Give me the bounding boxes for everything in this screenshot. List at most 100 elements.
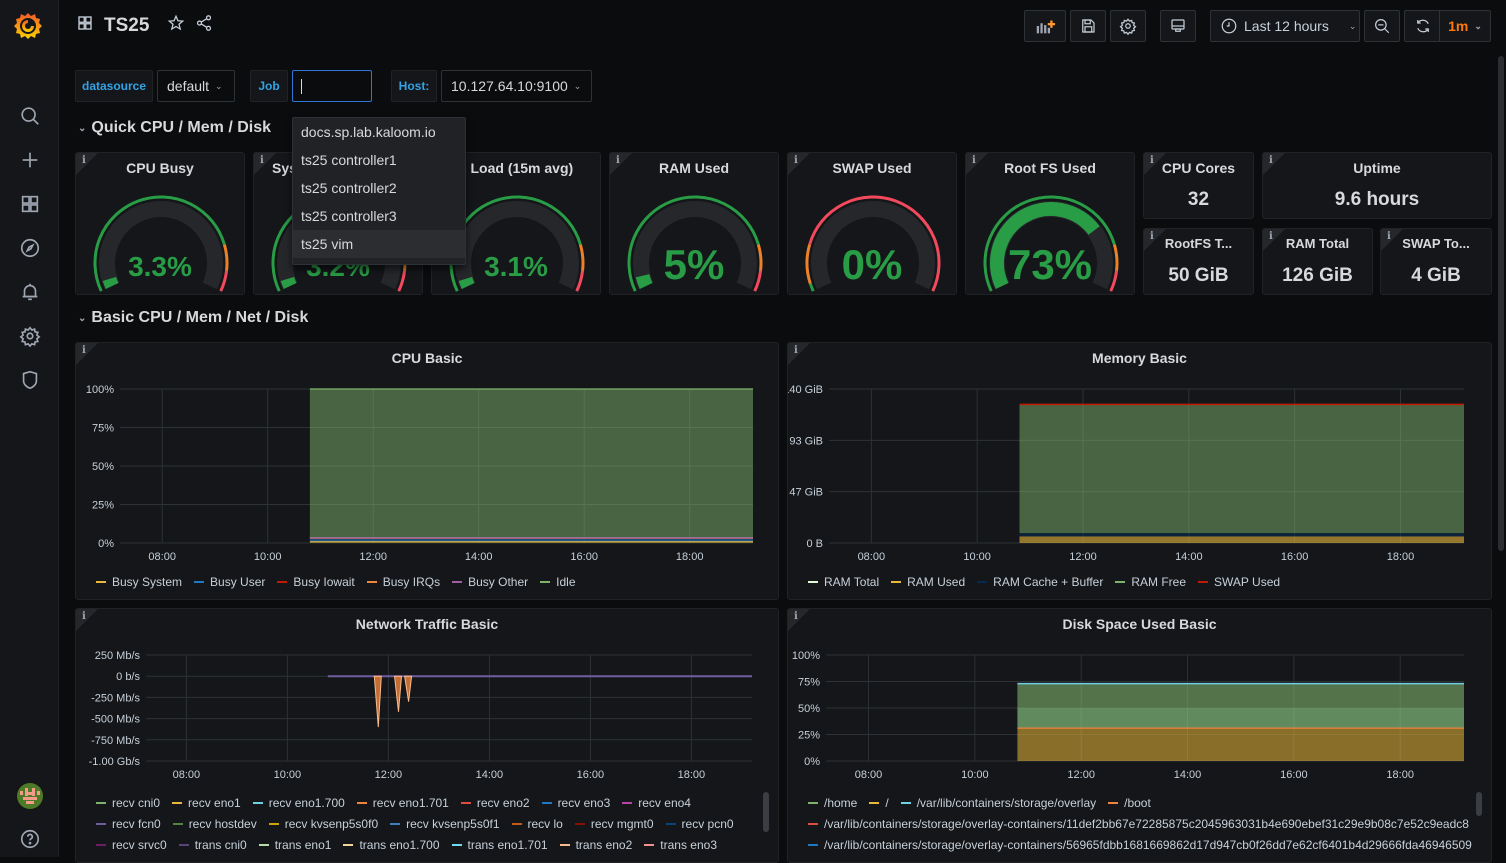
panel-title[interactable]: CPU Cores <box>1144 160 1253 176</box>
legend-item[interactable]: Busy IRQs <box>366 575 440 589</box>
panel-title[interactable]: Uptime <box>1263 160 1491 176</box>
legend-item[interactable]: recv mgmt0 <box>574 817 654 831</box>
legend-item[interactable]: /home <box>808 796 857 810</box>
legend-label: recv eno1.701 <box>372 795 449 810</box>
bell-icon[interactable] <box>17 279 43 305</box>
save-dashboard-button[interactable] <box>1070 10 1106 42</box>
traffic-spike <box>373 675 382 728</box>
legend-item[interactable]: Busy User <box>194 575 265 589</box>
star-icon[interactable] <box>167 14 185 37</box>
job-option[interactable]: ts25 controller1 <box>293 146 465 174</box>
job-option[interactable]: docs.sp.lab.kaloom.io <box>293 118 465 146</box>
stat-panel-ram-total: i RAM Total 126 GiB <box>1262 228 1373 295</box>
panel-title[interactable]: Root FS Used <box>966 160 1134 176</box>
legend-item[interactable]: trans cni0 <box>178 838 247 852</box>
gear-icon[interactable] <box>17 323 43 349</box>
help-icon[interactable] <box>17 826 43 852</box>
legend-item[interactable]: /var/lib/containers/storage/overlay <box>900 796 1096 810</box>
row-basic-cpu-mem-net-disk[interactable]: ⌄ Basic CPU / Mem / Net / Disk <box>78 309 308 327</box>
share-icon[interactable] <box>195 14 213 37</box>
panel-title[interactable]: RAM Total <box>1263 236 1372 251</box>
dashboards-grid-icon[interactable] <box>17 191 43 217</box>
legend-item[interactable]: recv fcn0 <box>96 817 161 831</box>
legend-item[interactable]: SWAP Used <box>1198 575 1280 589</box>
legend-item[interactable]: trans eno3 <box>644 838 717 852</box>
legend-item[interactable]: trans eno1 <box>258 838 331 852</box>
legend-item[interactable]: RAM Used <box>891 575 965 589</box>
legend-item[interactable]: /var/lib/containers/storage/overlay-cont… <box>808 838 1472 852</box>
zoom-out-button[interactable] <box>1364 10 1400 42</box>
panel-title[interactable]: RAM Used <box>610 160 778 176</box>
legend-item[interactable]: recv eno1 <box>172 796 241 810</box>
refresh-button[interactable] <box>1404 10 1440 42</box>
legend-item[interactable]: recv cni0 <box>96 796 160 810</box>
job-variable-input[interactable] <box>292 70 372 102</box>
legend-item[interactable]: /var/lib/containers/storage/overlay-cont… <box>808 817 1469 831</box>
legend-item[interactable]: Busy System <box>96 575 182 589</box>
host-variable-select[interactable]: 10.127.64.10:9100 ⌄ <box>441 70 592 102</box>
legend-item[interactable]: recv kvsenp5s0f1 <box>390 817 500 831</box>
panel-title[interactable]: SWAP Used <box>788 160 956 176</box>
legend-swatch <box>1198 580 1209 583</box>
legend-item[interactable]: trans eno1.700 <box>343 838 440 852</box>
legend-item[interactable]: Busy Other <box>452 575 528 589</box>
legend-swatch <box>460 801 471 804</box>
legend-item[interactable]: /boot <box>1108 796 1151 810</box>
page-scrollbar[interactable] <box>1498 56 1504 551</box>
legend-item[interactable]: recv pcn0 <box>665 817 734 831</box>
search-icon[interactable] <box>17 103 43 129</box>
add-panel-button[interactable] <box>1024 10 1066 42</box>
legend-item[interactable]: trans eno1.701 <box>451 838 548 852</box>
legend-item[interactable]: Idle <box>540 575 576 589</box>
legend-item[interactable]: recv eno2 <box>460 796 530 810</box>
legend-item[interactable]: recv eno4 <box>622 796 691 810</box>
dashboard-settings-button[interactable] <box>1110 10 1146 42</box>
avatar[interactable] <box>17 783 43 809</box>
x-tick-label: 12:00 <box>1067 769 1095 781</box>
panel-title[interactable]: RootFS T... <box>1144 236 1253 251</box>
legend-item[interactable]: recv lo <box>511 817 563 831</box>
legend-item[interactable]: recv kvsenp5s0f0 <box>268 817 378 831</box>
graph-panel-disk-space-used-basic: i Disk Space Used Basic 100% 75% 50% 25% 0% 0… <box>787 608 1492 863</box>
job-option[interactable]: ts25 vim <box>293 230 465 258</box>
legend-item[interactable]: recv eno1.700 <box>252 796 345 810</box>
legend-item[interactable]: recv srvc0 <box>96 838 167 852</box>
legend-item[interactable]: Busy Iowait <box>277 575 355 589</box>
legend-item[interactable]: recv eno1.701 <box>356 795 449 810</box>
stat-panel-uptime: i Uptime 9.6 hours <box>1262 152 1492 219</box>
job-option[interactable]: ts25 controller2 <box>293 174 465 202</box>
legend-item[interactable]: RAM Free <box>1115 575 1186 589</box>
legend-label: SWAP Used <box>1214 574 1281 589</box>
legend-item[interactable]: RAM Total <box>808 575 879 589</box>
legend-label: RAM Total <box>824 574 880 589</box>
shield-icon[interactable] <box>17 367 43 393</box>
y-tick-label: 50% <box>798 703 820 715</box>
legend-item[interactable]: recv hostdev <box>172 817 257 831</box>
grafana-logo[interactable] <box>12 10 44 42</box>
legend-item[interactable]: trans eno2 <box>559 838 632 852</box>
refresh-interval-picker[interactable]: 1m ⌄ <box>1439 10 1491 42</box>
legend-item[interactable]: / <box>869 796 889 810</box>
plus-icon[interactable] <box>17 147 43 173</box>
legend-scrollbar[interactable] <box>763 792 769 832</box>
legend-item[interactable]: recv eno3 <box>541 795 611 810</box>
dashboard-navbar: TS25 Last 12 hours ⌄ 1m ⌄ <box>60 0 1506 54</box>
panel-title[interactable]: SWAP To... <box>1381 236 1491 251</box>
time-range-picker[interactable]: Last 12 hours ⌄ <box>1210 10 1360 42</box>
graph-panel-memory-basic: i Memory Basic 140 GiB93 GiB47 GiB0 B08:… <box>787 342 1492 600</box>
legend-scrollbar[interactable] <box>1476 792 1482 816</box>
legend-item[interactable]: RAM Cache + Buffer <box>977 575 1103 589</box>
panel-title[interactable]: CPU Busy <box>76 160 244 176</box>
legend-label: RAM Used <box>907 574 966 589</box>
gauge-value: 3.3% <box>128 251 192 282</box>
dashboard-title[interactable]: TS25 <box>104 15 149 37</box>
datasource-variable-select[interactable]: default ⌄ <box>157 70 235 102</box>
row-quick-cpu-mem-disk[interactable]: ⌄ Quick CPU / Mem / Disk <box>78 119 271 137</box>
job-option[interactable]: ts25 controller3 <box>293 202 465 230</box>
tv-mode-button[interactable] <box>1160 10 1196 42</box>
chevron-down-icon: ⌄ <box>573 80 582 91</box>
compass-icon[interactable] <box>17 235 43 261</box>
y-tick-label: 0 b/s <box>116 671 140 683</box>
x-tick-label: 08:00 <box>855 769 883 781</box>
legend-label: recv eno3 <box>557 795 611 810</box>
